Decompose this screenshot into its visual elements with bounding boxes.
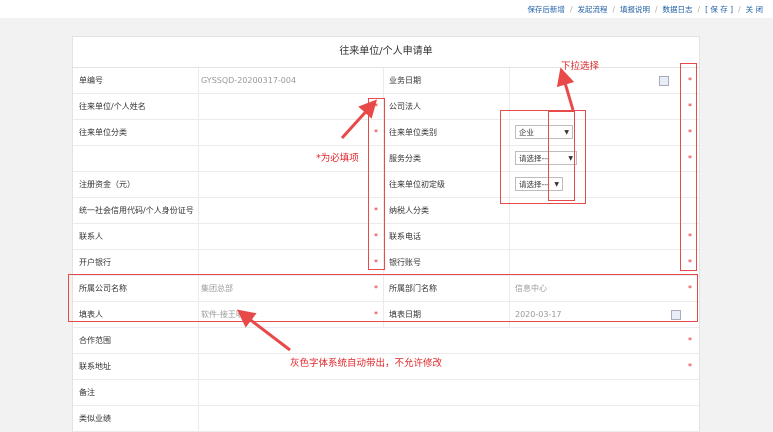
form-title: 往来单位/个人申请单 bbox=[73, 37, 699, 68]
form-row: 往来单位/个人姓名 * 公司法人 * bbox=[73, 94, 699, 120]
top-bar: 保存后新增 / 发起流程 / 填报说明 / 数据日志 / [ 保 存 ] / 关 闭 bbox=[0, 0, 773, 18]
bank-account-input[interactable] bbox=[515, 250, 685, 275]
bank-input[interactable] bbox=[201, 250, 381, 275]
field-label: 纳税人分类 bbox=[389, 206, 429, 215]
form-row: 类似业绩 bbox=[73, 406, 699, 432]
close-button[interactable]: 关 闭 bbox=[746, 4, 763, 15]
separator: / bbox=[697, 5, 701, 14]
similar-performance-input[interactable] bbox=[201, 406, 681, 431]
application-form: 往来单位/个人申请单 单编号 GYSSQD-20200317-004 业务日期 … bbox=[72, 36, 700, 432]
separator: / bbox=[569, 5, 573, 14]
required-note: *为必填项 bbox=[316, 153, 359, 164]
contact-person-input[interactable] bbox=[201, 224, 381, 249]
form-row: 合作范围 * bbox=[73, 328, 699, 354]
fill-instructions-button[interactable]: 填报说明 bbox=[620, 4, 650, 15]
calendar-icon[interactable] bbox=[659, 76, 669, 86]
form-row: 注册资金（元） 往来单位初定级 请选择--- ▼ bbox=[73, 172, 699, 198]
required-mark: * bbox=[688, 336, 692, 345]
form-row: 单编号 GYSSQD-20200317-004 业务日期 * bbox=[73, 68, 699, 94]
registered-capital-input[interactable] bbox=[201, 172, 381, 197]
required-mark: * bbox=[688, 362, 692, 371]
field-label: 联系地址 bbox=[79, 362, 111, 371]
save-and-new-button[interactable]: 保存后新增 bbox=[527, 4, 565, 15]
toolbar: 保存后新增 / 发起流程 / 填报说明 / 数据日志 / [ 保 存 ] / 关 闭 bbox=[527, 4, 763, 15]
form-row: 开户银行 * 银行账号 * bbox=[73, 250, 699, 276]
field-label: 联系人 bbox=[79, 232, 103, 241]
credit-code-input[interactable] bbox=[201, 198, 381, 223]
field-label bbox=[79, 146, 199, 171]
cooperation-scope-input[interactable] bbox=[201, 328, 681, 353]
field-label: 备注 bbox=[79, 388, 95, 397]
field-label: 往来单位分类 bbox=[79, 128, 127, 137]
field-label: 单编号 bbox=[79, 76, 103, 85]
field-label: 开户银行 bbox=[79, 258, 111, 267]
form-row: 服务分类 请选择--- ▼ * bbox=[73, 146, 699, 172]
auto-note: 灰色字体系统自动带出，不允许修改 bbox=[290, 358, 443, 369]
dropdown-note: 下拉选择 bbox=[561, 61, 600, 72]
field-label: 往来单位初定级 bbox=[389, 180, 445, 189]
required-highlight-box bbox=[680, 63, 697, 271]
field-label: 联系电话 bbox=[389, 232, 421, 241]
field-label: 统一社会信用代码/个人身份证号 bbox=[79, 206, 194, 215]
separator: / bbox=[612, 5, 615, 14]
required-highlight-box bbox=[368, 98, 385, 270]
field-label: 服务分类 bbox=[389, 154, 421, 163]
field-label: 公司法人 bbox=[389, 102, 421, 111]
form-row: 往来单位分类 * 往来单位类别 企业 ▼ * bbox=[73, 120, 699, 146]
data-log-button[interactable]: 数据日志 bbox=[663, 4, 693, 15]
remarks-input[interactable] bbox=[201, 380, 681, 405]
doc-number-value: GYSSQD-20200317-004 bbox=[201, 76, 297, 85]
contact-phone-input[interactable] bbox=[515, 224, 685, 249]
field-label: 业务日期 bbox=[389, 76, 421, 85]
auto-fill-highlight-box bbox=[68, 274, 698, 322]
name-input[interactable] bbox=[201, 94, 381, 119]
field-label: 银行账号 bbox=[389, 258, 421, 267]
field-label: 往来单位/个人姓名 bbox=[79, 102, 146, 111]
form-row: 备注 bbox=[73, 380, 699, 406]
field-label: 类似业绩 bbox=[79, 414, 111, 423]
business-date-input[interactable] bbox=[515, 68, 685, 93]
field-label: 合作范围 bbox=[79, 336, 111, 345]
separator: / bbox=[655, 5, 658, 14]
dropdown-arrow-highlight-box bbox=[548, 111, 575, 201]
field-label: 注册资金（元） bbox=[79, 180, 135, 189]
form-row: 统一社会信用代码/个人身份证号 * 纳税人分类 bbox=[73, 198, 699, 224]
separator: / bbox=[738, 5, 741, 14]
classification-input[interactable] bbox=[201, 120, 381, 145]
start-process-button[interactable]: 发起流程 bbox=[577, 4, 607, 15]
form-row: 联系人 * 联系电话 * bbox=[73, 224, 699, 250]
save-button[interactable]: [ 保 存 ] bbox=[705, 4, 733, 15]
field-label: 往来单位类别 bbox=[389, 128, 437, 137]
